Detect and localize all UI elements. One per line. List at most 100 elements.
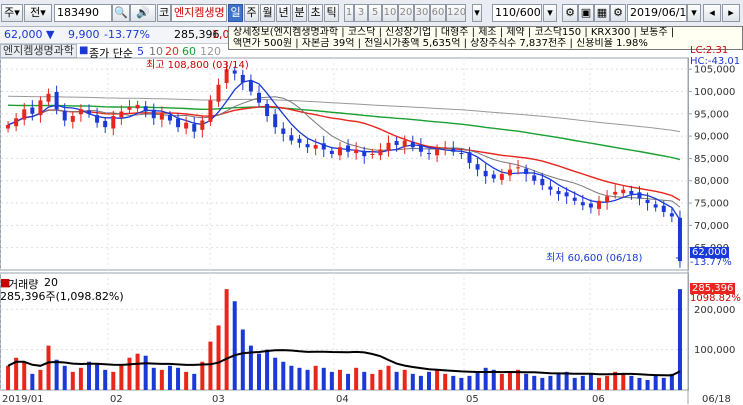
candle-body xyxy=(483,170,488,177)
volume-bar xyxy=(305,369,310,390)
candle-body xyxy=(329,150,334,154)
volume-bar xyxy=(402,369,407,390)
volume-tick-label: 100,000 xyxy=(694,345,735,356)
volume-bar xyxy=(208,341,213,390)
candle-body xyxy=(661,205,666,212)
volume-bar xyxy=(135,353,140,390)
volume-bar xyxy=(297,367,302,390)
candle-body xyxy=(669,213,674,217)
candle-body xyxy=(143,106,148,112)
price-tick-label: 100,000 xyxy=(694,87,735,98)
volume-bar xyxy=(265,349,270,390)
price-tick-label: 80,000 xyxy=(694,176,729,187)
candle-body xyxy=(580,202,585,206)
volume-bar xyxy=(167,365,172,390)
candle-body xyxy=(337,147,342,156)
candle-body xyxy=(572,197,577,201)
candle-body xyxy=(556,191,561,195)
volume-bar xyxy=(597,377,601,390)
volume-bar xyxy=(451,375,456,390)
candle-body xyxy=(467,152,472,163)
candle-body xyxy=(637,192,642,199)
candle-body xyxy=(475,164,480,170)
volume-bar xyxy=(192,373,197,390)
volume-bar xyxy=(564,371,569,390)
candle-body xyxy=(435,149,440,156)
candle-body xyxy=(111,116,116,129)
candle-body xyxy=(362,150,367,157)
candle-body xyxy=(192,124,197,132)
price-panel-frame xyxy=(0,57,689,271)
candle-body xyxy=(443,147,448,149)
candle-body xyxy=(103,120,108,128)
legend-ma5: 5 xyxy=(137,45,144,58)
volume-bar xyxy=(289,365,294,390)
high-annotation: 최고 108,800 (03/14) xyxy=(146,60,249,71)
candle-body xyxy=(22,109,27,120)
candle-body xyxy=(629,191,634,195)
volume-bar xyxy=(507,371,512,390)
volume-bar xyxy=(313,365,318,390)
volume-bar xyxy=(240,329,245,390)
legend-series-icon: ■ xyxy=(79,45,89,56)
volume-bar xyxy=(273,357,278,390)
legend-lc: LC:2.31 xyxy=(690,45,729,56)
volume-bar xyxy=(87,361,91,390)
volume-bar xyxy=(394,371,399,390)
candle-body xyxy=(354,149,359,154)
volume-bar xyxy=(556,373,561,390)
candle-body xyxy=(402,140,407,147)
volume-bar xyxy=(548,375,553,390)
volume-bar xyxy=(475,371,480,390)
candle-body xyxy=(313,145,318,149)
volume-bar xyxy=(46,345,51,390)
candle-body xyxy=(62,110,67,121)
volume-bar xyxy=(418,375,423,390)
candle-body xyxy=(346,145,351,152)
legend-hc: HC:-43.01 xyxy=(690,56,741,67)
candle-body xyxy=(645,199,650,204)
candle-body xyxy=(30,107,35,114)
volume-bar xyxy=(410,373,415,390)
candle-body xyxy=(240,74,245,83)
candle-body xyxy=(597,200,601,209)
candle-body xyxy=(216,84,221,102)
candle-body xyxy=(613,191,618,195)
price-tick-label: 85,000 xyxy=(694,154,729,165)
volume-bar xyxy=(257,353,261,390)
volume-bar xyxy=(354,367,359,390)
candle-body xyxy=(151,109,156,119)
candle-body xyxy=(370,153,375,155)
candle-body xyxy=(14,118,19,127)
price-tick-label: 70,000 xyxy=(694,221,729,232)
volume-bar xyxy=(30,373,35,390)
volume-bar xyxy=(329,371,334,390)
volume-bar xyxy=(38,369,43,390)
volume-bar xyxy=(281,361,286,390)
date-tick-label: 02 xyxy=(110,394,123,405)
candle-body xyxy=(588,203,593,208)
candle-body xyxy=(394,141,399,146)
candle-body xyxy=(386,142,391,151)
volume-bar xyxy=(224,289,229,390)
date-tick-label: 06/18 xyxy=(702,394,731,405)
volume-bar xyxy=(200,361,205,390)
low-annotation: 최저 60,600 (06/18) xyxy=(546,253,643,264)
candle-body xyxy=(297,138,302,143)
price-tick-label: 95,000 xyxy=(694,109,729,120)
price-tick-label: 75,000 xyxy=(694,199,729,210)
candle-body xyxy=(257,92,261,103)
volume-bar xyxy=(22,361,27,390)
price-tick-label: 90,000 xyxy=(694,132,729,143)
volume-bar xyxy=(661,377,666,390)
candle-body xyxy=(95,115,100,123)
candle-body xyxy=(248,80,253,92)
volume-bar xyxy=(580,375,585,390)
volume-bar xyxy=(427,371,431,390)
volume-bar xyxy=(346,373,351,390)
candle-body xyxy=(208,100,213,122)
volume-bar xyxy=(378,369,383,390)
candle-body xyxy=(54,91,59,110)
date-tick-label: 04 xyxy=(336,394,349,405)
volume-bar xyxy=(176,367,181,390)
